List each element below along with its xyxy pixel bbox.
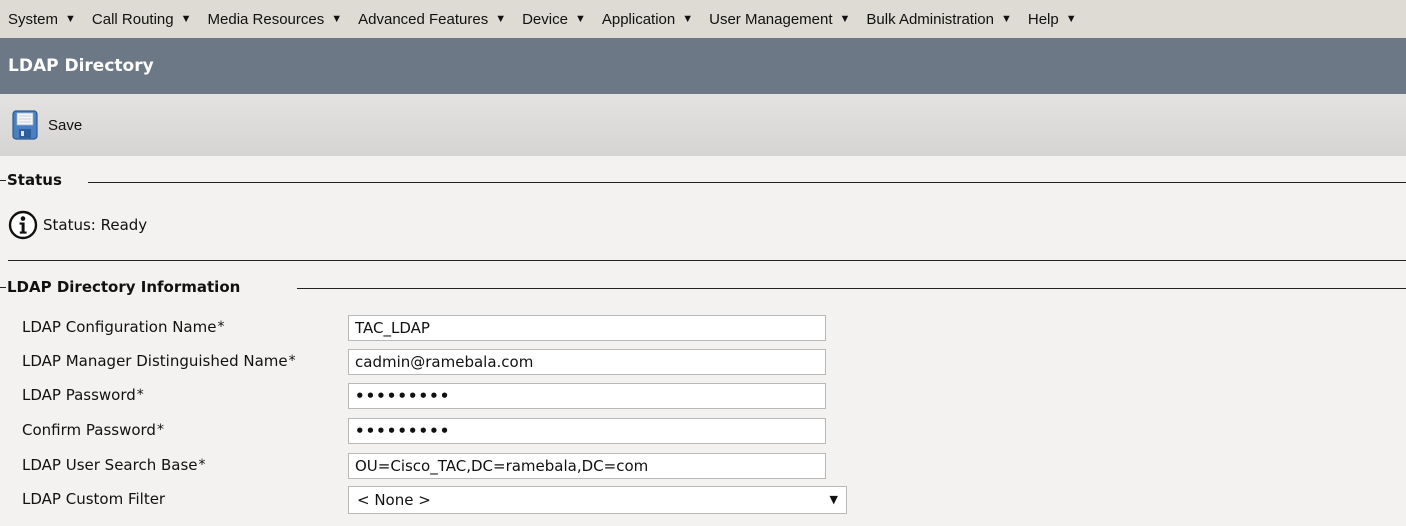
config-name-input[interactable]: TAC_LDAP	[348, 315, 826, 341]
field-label: LDAP User Search Base	[22, 456, 198, 474]
chevron-down-icon: ▼	[1000, 13, 1012, 25]
chevron-down-icon: ▼	[682, 13, 694, 25]
legend-dash	[0, 179, 6, 181]
floppy-disk-icon	[12, 110, 38, 140]
menu-label: Help	[1027, 10, 1059, 28]
chevron-down-icon: ▼	[331, 13, 343, 25]
menu-bar: System ▼ Call Routing ▼ Media Resources ▼ A…	[0, 0, 1406, 38]
menu-label: System	[8, 10, 59, 28]
confirm-password-input[interactable]: •••••••••	[348, 418, 826, 444]
chevron-down-icon: ▼	[574, 13, 586, 25]
menu-label: Advanced Features	[358, 10, 489, 28]
confirm-password-label: Confirm Password *	[22, 421, 164, 439]
config-name-label: LDAP Configuration Name *	[22, 318, 225, 336]
manager-dn-input[interactable]: cadmin@ramebala.com	[348, 349, 826, 375]
menu-label: Bulk Administration	[866, 10, 994, 28]
password-label: LDAP Password *	[22, 386, 144, 404]
status-legend-text: Status	[7, 171, 62, 189]
page-title: LDAP Directory	[8, 56, 154, 76]
ldap-info-legend-text: LDAP Directory Information	[7, 278, 241, 296]
menu-application[interactable]: Application ▼	[602, 11, 693, 28]
chevron-down-icon: ▼	[1065, 13, 1077, 25]
chevron-down-icon: ▼	[180, 13, 192, 25]
chevron-down-icon: ▼	[839, 13, 851, 25]
custom-filter-select[interactable]: < None > ▼	[348, 486, 847, 514]
custom-filter-value: < None >	[357, 491, 431, 509]
info-icon	[8, 210, 38, 240]
menu-label: Device	[522, 10, 568, 28]
menu-help[interactable]: Help ▼	[1028, 11, 1077, 28]
field-label: LDAP Password	[22, 386, 136, 404]
legend-dash	[0, 286, 6, 288]
custom-filter-label: LDAP Custom Filter	[22, 486, 165, 512]
menu-label: Application	[601, 10, 676, 28]
save-button[interactable]: Save	[12, 110, 82, 140]
chevron-down-icon: ▼	[65, 13, 76, 25]
status-text: Status: Ready	[43, 216, 148, 234]
ldap-info-legend: LDAP Directory Information	[0, 278, 240, 296]
chevron-down-icon: ▼	[495, 13, 507, 25]
menu-advanced-features[interactable]: Advanced Features ▼	[358, 11, 506, 28]
ldap-info-divider	[297, 288, 1406, 289]
field-label: LDAP Configuration Name	[22, 318, 217, 336]
menu-media-resources[interactable]: Media Resources ▼	[208, 11, 343, 28]
chevron-down-icon[interactable]: ▼	[830, 487, 838, 513]
status-message: Status: Ready	[8, 210, 147, 240]
field-label: Confirm Password	[22, 421, 156, 439]
field-label: LDAP Manager Distinguished Name	[22, 352, 288, 370]
manager-dn-label: LDAP Manager Distinguished Name *	[22, 352, 296, 370]
menu-system[interactable]: System ▼	[8, 11, 76, 28]
toolbar: Save	[0, 94, 1406, 156]
status-bottom-divider	[8, 260, 1406, 261]
menu-bulk-administration[interactable]: Bulk Administration ▼	[866, 11, 1011, 28]
menu-user-management[interactable]: User Management ▼	[709, 11, 850, 28]
status-legend: Status	[0, 171, 62, 189]
menu-call-routing[interactable]: Call Routing ▼	[92, 11, 192, 28]
field-label: LDAP Custom Filter	[22, 490, 166, 508]
page-title-bar: LDAP Directory	[0, 38, 1406, 94]
menu-label: User Management	[709, 10, 833, 28]
menu-label: Media Resources	[207, 10, 325, 28]
user-search-base-input[interactable]: OU=Cisco_TAC,DC=ramebala,DC=com	[348, 453, 826, 479]
menu-label: Call Routing	[91, 10, 174, 28]
password-input[interactable]: •••••••••	[348, 383, 826, 409]
status-divider	[88, 182, 1406, 183]
menu-device[interactable]: Device ▼	[522, 11, 586, 28]
save-label: Save	[48, 116, 83, 134]
user-search-base-label: LDAP User Search Base *	[22, 456, 206, 474]
